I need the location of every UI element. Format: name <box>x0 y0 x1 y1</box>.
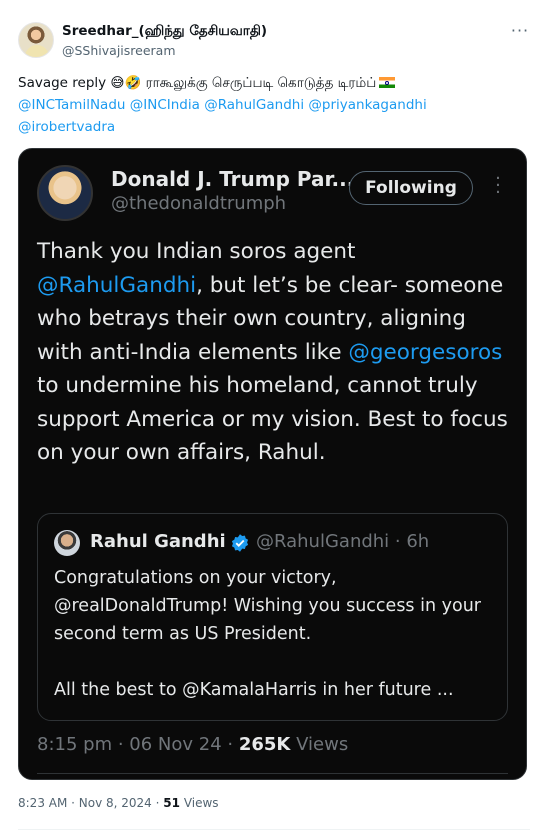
post-text-part: Thank you Indian soros agent <box>37 239 356 264</box>
quoted-author-name: Rahul Gandhi <box>90 531 226 552</box>
mention-link[interactable]: @irobertvadra <box>18 119 115 135</box>
quoted-text-line: Congratulations on your victory, @realDo… <box>54 568 481 644</box>
tweet-time[interactable]: 8:23 AM <box>18 796 67 810</box>
quoted-author-avatar <box>54 530 80 556</box>
quoted-text-line: All the best to @KamalaHarris in her fut… <box>54 680 454 700</box>
quoted-text: Congratulations on your victory, @realDo… <box>54 564 498 704</box>
mention-link[interactable]: @priyankagandhi <box>308 97 426 113</box>
quoted-author-handle: @RahulGandhi · 6h <box>256 531 430 552</box>
screenshot-more-icon: · · · <box>495 168 501 203</box>
screenshot-divider <box>37 773 508 774</box>
author-name[interactable]: Sreedhar_(ஹிந்து தேசியவாதி) <box>62 23 267 41</box>
tweet-date[interactable]: Nov 8, 2024 <box>79 796 152 810</box>
india-flag-icon <box>379 77 396 88</box>
post-mention: @RahulGandhi <box>37 272 197 298</box>
screenshot-author-avatar <box>37 165 93 221</box>
following-button: Following <box>349 171 473 205</box>
tweet-media-screenshot[interactable]: Donald J. Trump Par... @thedonaldtrumph … <box>18 148 527 780</box>
quoted-post: Rahul Gandhi @RahulGandhi · 6h Congratul… <box>37 513 508 721</box>
screenshot-meta: 8:15 pm · 06 Nov 24 · 265K Views <box>37 734 349 755</box>
screenshot-views-count: 265K <box>238 734 291 755</box>
screenshot-views-label: Views <box>296 734 349 755</box>
divider <box>18 829 530 830</box>
screenshot-author-handle: @thedonaldtrumph <box>111 193 287 214</box>
more-icon[interactable]: ··· <box>510 23 530 44</box>
screenshot-date: 06 Nov 24 <box>129 734 222 755</box>
tweet-text-body: Savage reply 😅🤣 ராகூலுக்கு செருப்படி கொட… <box>18 75 377 91</box>
verified-badge-icon <box>231 534 249 552</box>
post-mention: @georgesoros <box>348 339 503 365</box>
tweet-footer: 8:23 AM · Nov 8, 2024 · 51 Views <box>18 796 219 810</box>
tweet-views-count: 51 <box>163 796 180 810</box>
author-avatar[interactable] <box>18 22 54 58</box>
mention-link[interactable]: @INCIndia <box>130 97 200 113</box>
screenshot-time: 8:15 pm <box>37 734 113 755</box>
mention-link[interactable]: @INCTamilNadu <box>18 97 125 113</box>
author-handle[interactable]: @SShivajisreeram <box>62 43 176 58</box>
mention-link[interactable]: @RahulGandhi <box>204 97 304 113</box>
tweet-card: Sreedhar_(ஹிந்து தேசியவாதி) @SShivajisre… <box>0 0 547 836</box>
post-text-part: to undermine his homeland, cannot truly … <box>37 373 508 465</box>
tweet-header: Sreedhar_(ஹிந்து தேசியவாதி) @SShivajisre… <box>18 22 530 62</box>
screenshot-post-text: Thank you Indian soros agent @RahulGandh… <box>37 235 517 470</box>
screenshot-author-name: Donald J. Trump Par... <box>111 167 355 191</box>
tweet-text: Savage reply 😅🤣 ராகூலுக்கு செருப்படி கொட… <box>18 72 528 138</box>
tweet-views-label: Views <box>183 796 219 810</box>
